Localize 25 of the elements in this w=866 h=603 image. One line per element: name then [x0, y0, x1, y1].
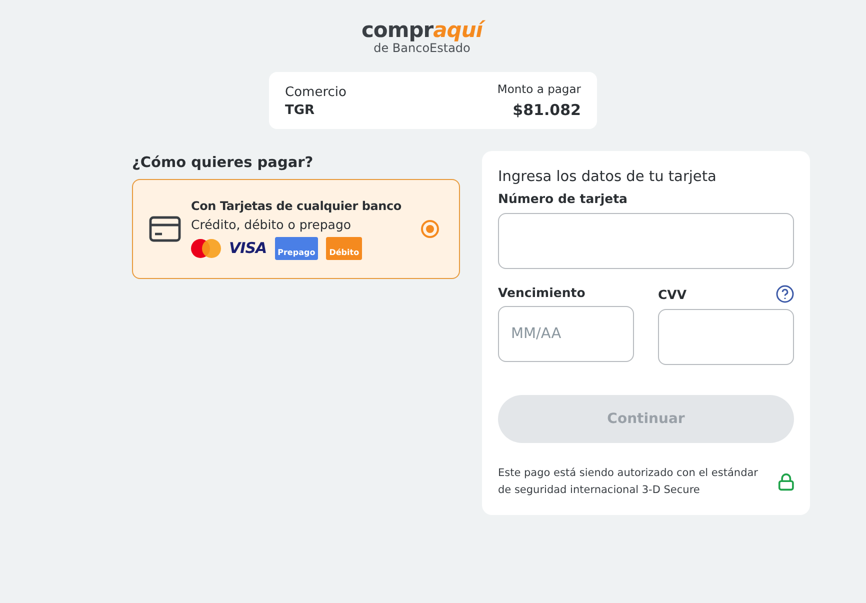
- field-label: Vencimiento: [498, 285, 586, 300]
- card-number-field[interactable]: [498, 213, 794, 269]
- expiry-field[interactable]: MM/AA: [498, 306, 634, 362]
- card-type-badge: Prepago: [274, 236, 318, 260]
- logo-subtitle: de BancoEstado: [374, 42, 470, 54]
- cvv-field[interactable]: [658, 309, 794, 365]
- radio-button[interactable]: [421, 220, 439, 238]
- security-note: Este pago está siendo autorizado con el estándar de seguridad internacional 3-D Secure: [498, 466, 759, 498]
- credit-card-icon: [149, 216, 181, 242]
- payment-question: ¿Cómo quieres pagar?: [132, 155, 314, 171]
- merchant-label: Comercio: [285, 85, 346, 100]
- merchant-name: TGR: [285, 103, 316, 118]
- payment-option-card[interactable]: Con Tarjetas de cualquier banco Crédito, débito o prepago VISA Prepago Débito: [132, 179, 460, 279]
- padlock-icon: [778, 472, 794, 492]
- option-subtitle: Crédito, débito o prepago: [191, 216, 352, 232]
- form-heading: Ingresa los datos de tu tarjeta: [498, 169, 718, 185]
- amount-value: $81.082: [512, 101, 581, 119]
- card-type-badge: Débito: [326, 236, 362, 260]
- visa-logo: VISA: [229, 239, 267, 257]
- field-label: Número de tarjeta: [498, 191, 628, 206]
- option-title: Con Tarjetas de cualquier banco: [191, 198, 402, 212]
- help-icon[interactable]: [776, 285, 794, 303]
- field-label: CVV: [658, 286, 687, 302]
- amount-label: Monto a pagar: [497, 82, 581, 96]
- mastercard-logo-icon: [191, 238, 221, 258]
